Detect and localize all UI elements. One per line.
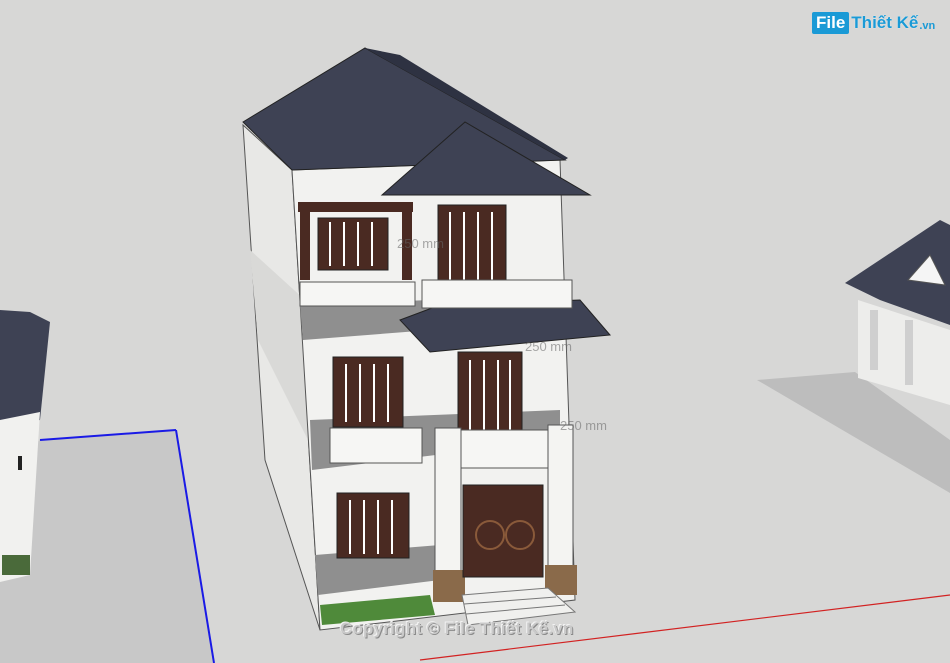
logo-tld: .vn [919, 19, 936, 32]
logo-text: Thiết Kế [851, 13, 919, 32]
neighbor-house-right [845, 220, 950, 405]
pergola [298, 202, 413, 212]
balcony-railing-2f-left [329, 427, 423, 464]
balcony-railing-3f-right [421, 279, 573, 309]
3d-model-scene[interactable] [0, 0, 950, 663]
dimension-label: 250 mm [560, 418, 607, 433]
copyright-watermark: Copyright © File Thiết Kế.vn [340, 619, 574, 638]
porch-column-left [434, 427, 462, 594]
dimension-label: 250 mm [397, 236, 444, 251]
logo-badge: File [812, 12, 850, 34]
window-1f-left [336, 492, 410, 559]
dimension-label: 250 mm [525, 339, 572, 354]
porch-column-right [547, 424, 574, 589]
window-2f-left [332, 356, 404, 428]
window-3f-center [437, 204, 507, 286]
balcony-railing-3f-left [299, 281, 416, 307]
balcony-railing-2f-right [459, 429, 563, 469]
sketchup-viewport[interactable]: 250 mm 250 mm 250 mm File Thiết Kế .vn C… [0, 0, 950, 663]
window-3f-left [317, 217, 389, 271]
window-2f-center [457, 351, 523, 435]
brand-logo: File Thiết Kế .vn [812, 12, 935, 34]
